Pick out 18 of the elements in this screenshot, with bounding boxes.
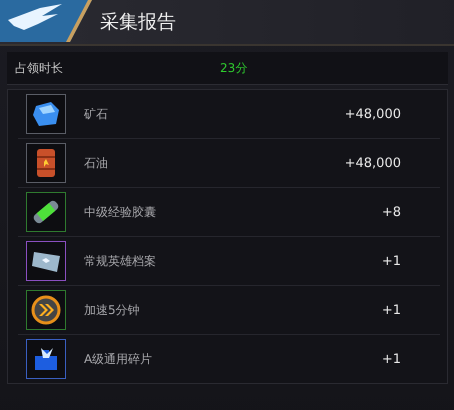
oil-barrel-icon [35, 147, 57, 179]
item-name: 矿石 [84, 106, 109, 122]
item-name: 加速5分钟 [84, 302, 141, 318]
eagle-emblem-icon [0, 0, 92, 44]
item-amount: +48,000 [344, 106, 401, 122]
item-amount: +1 [382, 302, 401, 318]
window-title: 采集报告 [100, 10, 176, 35]
item-amount: +48,000 [344, 156, 401, 170]
item-name: 石油 [84, 154, 109, 172]
item-name: 中级经验胶囊 [84, 204, 157, 220]
item-name: A级通用碎片 [84, 350, 154, 368]
item-amount: +1 [382, 352, 401, 366]
item-name: 常规英雄档案 [84, 252, 157, 270]
duration-label: 占领时长 [15, 60, 64, 76]
item-amount: +1 [382, 254, 401, 268]
item-amount: +8 [382, 204, 401, 220]
crystal-icon [31, 100, 61, 128]
duration-value: 23分 [220, 60, 248, 76]
